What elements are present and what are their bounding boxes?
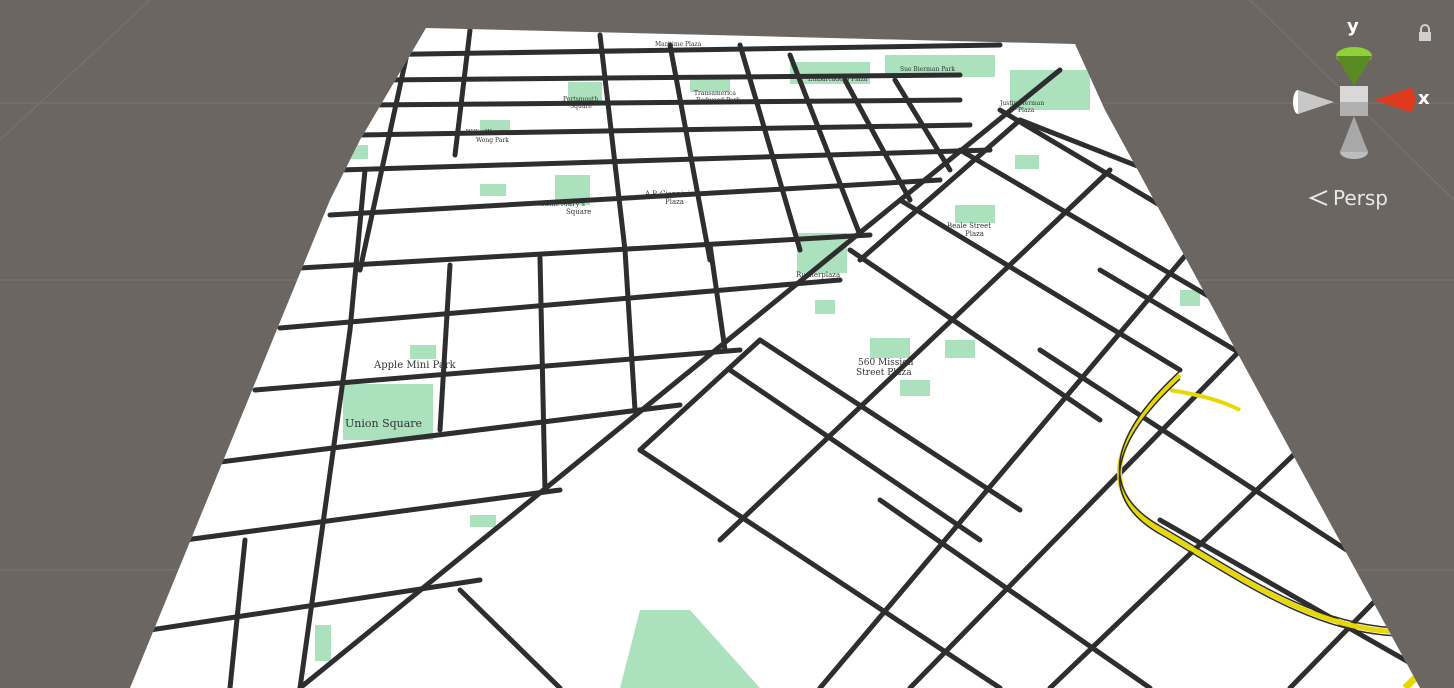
gizmo-center-cube[interactable] <box>1340 86 1368 116</box>
y-axis-cone[interactable] <box>1336 47 1372 86</box>
label-portsmouth-2: Square <box>570 103 592 110</box>
persp-toggle-button[interactable]: Persp <box>1307 186 1388 210</box>
park-small-3 <box>315 625 331 661</box>
park-small-2 <box>470 515 496 527</box>
label-transamerica-2: Redwood Park <box>696 97 740 104</box>
label-saint-mary-1: Saint Mary's <box>540 200 585 208</box>
label-embarcadero: Embarcadero Plaza <box>808 76 868 83</box>
park-right-1 <box>1180 290 1200 306</box>
lock-icon[interactable] <box>1418 24 1432 42</box>
scene-view[interactable]: Union Square Apple Mini Park 560 Mission… <box>0 0 1454 688</box>
label-sue-bierman: Sue Bierman Park <box>900 66 955 73</box>
label-rusher: Rusherplaza <box>796 271 840 279</box>
label-willie-1: Willie Woo <box>466 129 499 136</box>
scene-canvas[interactable]: Union Square Apple Mini Park 560 Mission… <box>0 0 1454 688</box>
view-mode-label: Persp <box>1333 186 1388 210</box>
x-axis-label: x <box>1418 88 1430 109</box>
neg-x-axis-cone[interactable] <box>1293 90 1334 114</box>
park-mission-1 <box>870 338 910 358</box>
park-mission-3 <box>900 380 930 396</box>
label-mission-2: Street Plaza <box>856 368 912 378</box>
park-union-square <box>343 384 433 440</box>
label-willie-2: Wong Park <box>476 137 509 144</box>
label-beale-1: Beale Street <box>947 222 991 230</box>
label-beale-2: Plaza <box>965 230 984 238</box>
label-union-square: Union Square <box>345 417 422 430</box>
neg-y-axis-cone[interactable] <box>1340 116 1368 159</box>
park-small-1 <box>480 184 506 196</box>
park-apple-mini <box>410 345 436 359</box>
label-portsmouth-1: Portsmouth <box>563 96 598 103</box>
x-axis-cone[interactable] <box>1374 88 1415 112</box>
chevron-left-icon <box>1308 190 1328 206</box>
park-beale <box>955 205 995 223</box>
park-right-2 <box>1015 155 1039 169</box>
label-apple-mini-park: Apple Mini Park <box>373 360 457 371</box>
label-justin-herman-1: Justin Herman <box>999 100 1044 107</box>
park-mission-2 <box>945 340 975 358</box>
park-mission-4 <box>815 300 835 314</box>
label-giannini-2: Plaza <box>665 198 684 206</box>
highway-lower <box>1402 637 1420 688</box>
label-top: Maritime Plaza <box>655 41 702 48</box>
park-left <box>350 145 368 159</box>
label-justin-herman-2: Plaza <box>1018 107 1035 114</box>
label-mission-1: 560 Mission <box>858 358 914 368</box>
label-saint-mary-2: Square <box>566 208 591 216</box>
y-axis-label: y <box>1347 16 1359 37</box>
label-giannini-1: A.P. Giannini <box>644 190 691 198</box>
label-transamerica-1: Transamerica <box>694 90 736 97</box>
